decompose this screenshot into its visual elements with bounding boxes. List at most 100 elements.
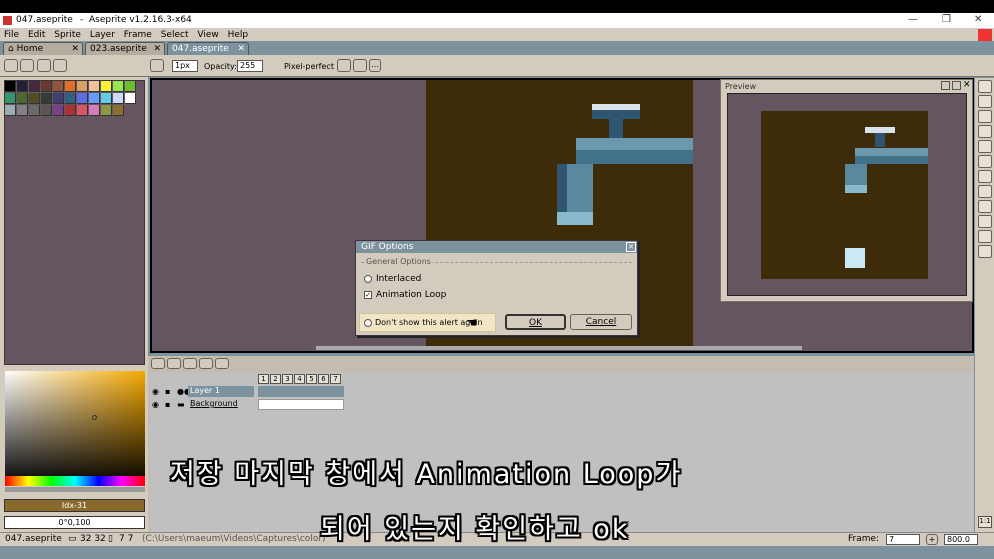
hue-slider[interactable] [5,476,145,486]
symmetry-vertical-button[interactable] [353,59,367,72]
tab-home[interactable]: ⌂ Home ✕ [3,42,83,55]
cancel-button[interactable]: Cancel [570,314,632,330]
zoom-input[interactable]: 800.0 [944,534,978,545]
opacity-input[interactable]: 255 [237,60,263,72]
news-icon[interactable] [978,29,992,41]
eyedropper-tool-icon[interactable] [978,125,992,138]
prev-frame-button[interactable] [167,358,181,369]
ok-button[interactable]: OK [505,314,566,330]
menu-view[interactable]: View [197,30,218,40]
preview-button-2[interactable] [952,81,961,90]
cel-strip[interactable] [258,386,344,397]
preview-button-1[interactable] [941,81,950,90]
palette-swatch[interactable] [77,93,88,104]
palette-swatch[interactable] [5,81,16,92]
palette-swatch[interactable] [113,105,124,116]
palette-swatch[interactable] [29,105,40,116]
palette-swatch[interactable] [53,105,64,116]
palette-swatch[interactable] [53,81,64,92]
lock-icon[interactable]: ▪ [165,400,170,409]
menu-file[interactable]: File [4,30,19,40]
color-spectrum[interactable] [5,371,145,485]
palette-swatch[interactable] [29,81,40,92]
layer-row-layer1[interactable]: ◉ ▪ ●● Layer 1 [150,386,344,397]
palette-swatch[interactable] [65,81,76,92]
layer-name[interactable]: Background [188,399,254,410]
preview-close-icon[interactable]: ✕ [963,80,971,90]
interlaced-label[interactable]: Interlaced [376,274,421,284]
interlaced-checkbox[interactable] [364,275,372,283]
close-icon[interactable]: ✕ [237,43,245,55]
line-tool-icon[interactable] [978,185,992,198]
visibility-eye-icon[interactable]: ◉ [152,387,159,396]
layer-name[interactable]: Layer 1 [188,386,254,397]
alpha-slider[interactable] [5,487,145,492]
palette-swatch[interactable] [41,93,52,104]
palette-swatch[interactable] [77,105,88,116]
lock-icon[interactable]: ▪ [165,387,170,396]
palette-swatch[interactable] [77,81,88,92]
fill-tool-icon[interactable] [978,170,992,183]
palette-swatch[interactable] [101,81,112,92]
blur-tool-icon[interactable] [978,245,992,258]
palette-swatch[interactable] [29,93,40,104]
fg-color-index[interactable]: Idx-31 [4,499,145,512]
horizontal-scrollbar[interactable] [316,346,802,350]
frame-header-2[interactable]: 2 [270,374,281,384]
menu-select[interactable]: Select [161,30,189,40]
cel-strip[interactable] [258,399,344,410]
marquee-tool-icon[interactable] [978,80,992,93]
first-frame-button[interactable] [151,358,165,369]
dont-show-checkbox[interactable] [364,319,372,327]
frame-header-6[interactable]: 6 [318,374,329,384]
palette-swatch[interactable] [41,105,52,116]
animation-loop-label[interactable]: Animation Loop [376,290,446,300]
palette-swatch[interactable] [113,81,124,92]
lock-palette-button[interactable] [4,59,18,72]
palette-swatch[interactable] [53,93,64,104]
minimize-button[interactable]: — [908,14,918,25]
tab-023[interactable]: 023.aseprite ✕ [85,42,165,55]
rectangle-tool-icon[interactable] [978,200,992,213]
last-frame-button[interactable] [215,358,229,369]
frame-header-7[interactable]: 7 [330,374,341,384]
move-tool-icon[interactable] [978,155,992,168]
maximize-button[interactable]: ❐ [942,14,951,25]
symmetry-button[interactable] [337,59,351,72]
palette-swatch[interactable] [89,81,100,92]
palette-view[interactable] [4,80,145,365]
pencil-tool-icon[interactable] [978,95,992,108]
ellipse-tool-icon[interactable] [978,215,992,228]
frame-header-5[interactable]: 5 [306,374,317,384]
menu-layer[interactable]: Layer [90,30,115,40]
visibility-eye-icon[interactable]: ◉ [152,400,159,409]
palette-swatch[interactable] [17,93,28,104]
palette-swatch[interactable] [5,105,16,116]
palette-swatch[interactable] [101,93,112,104]
zoom-add-button[interactable]: + [926,534,938,545]
tab-047[interactable]: 047.aseprite ✕ [167,42,249,55]
close-button[interactable]: ✕ [974,14,982,25]
palette-swatch[interactable] [101,105,112,116]
menu-help[interactable]: Help [228,30,249,40]
palette-swatch[interactable] [5,93,16,104]
palette-swatch[interactable] [89,105,100,116]
palette-swatch[interactable] [65,93,76,104]
palette-swatch[interactable] [113,93,124,104]
continuous-icon[interactable]: ▬ [177,400,185,409]
brush-size-input[interactable]: 1px [172,60,198,72]
menu-sprite[interactable]: Sprite [54,30,81,40]
more-options-button[interactable]: … [369,59,381,72]
palette-swatch[interactable] [89,93,100,104]
palette-swatch[interactable] [125,93,136,104]
palette-swatch[interactable] [65,105,76,116]
next-frame-button[interactable] [199,358,213,369]
contour-tool-icon[interactable] [978,230,992,243]
close-icon[interactable]: ✕ [71,43,79,55]
palette-swatch[interactable] [41,81,52,92]
palette-swatch[interactable] [17,105,28,116]
bg-color-value[interactable]: 0°0,100 [4,516,145,529]
menu-frame[interactable]: Frame [124,30,152,40]
menu-edit[interactable]: Edit [28,30,45,40]
animation-loop-checkbox[interactable]: ✓ [364,291,372,299]
